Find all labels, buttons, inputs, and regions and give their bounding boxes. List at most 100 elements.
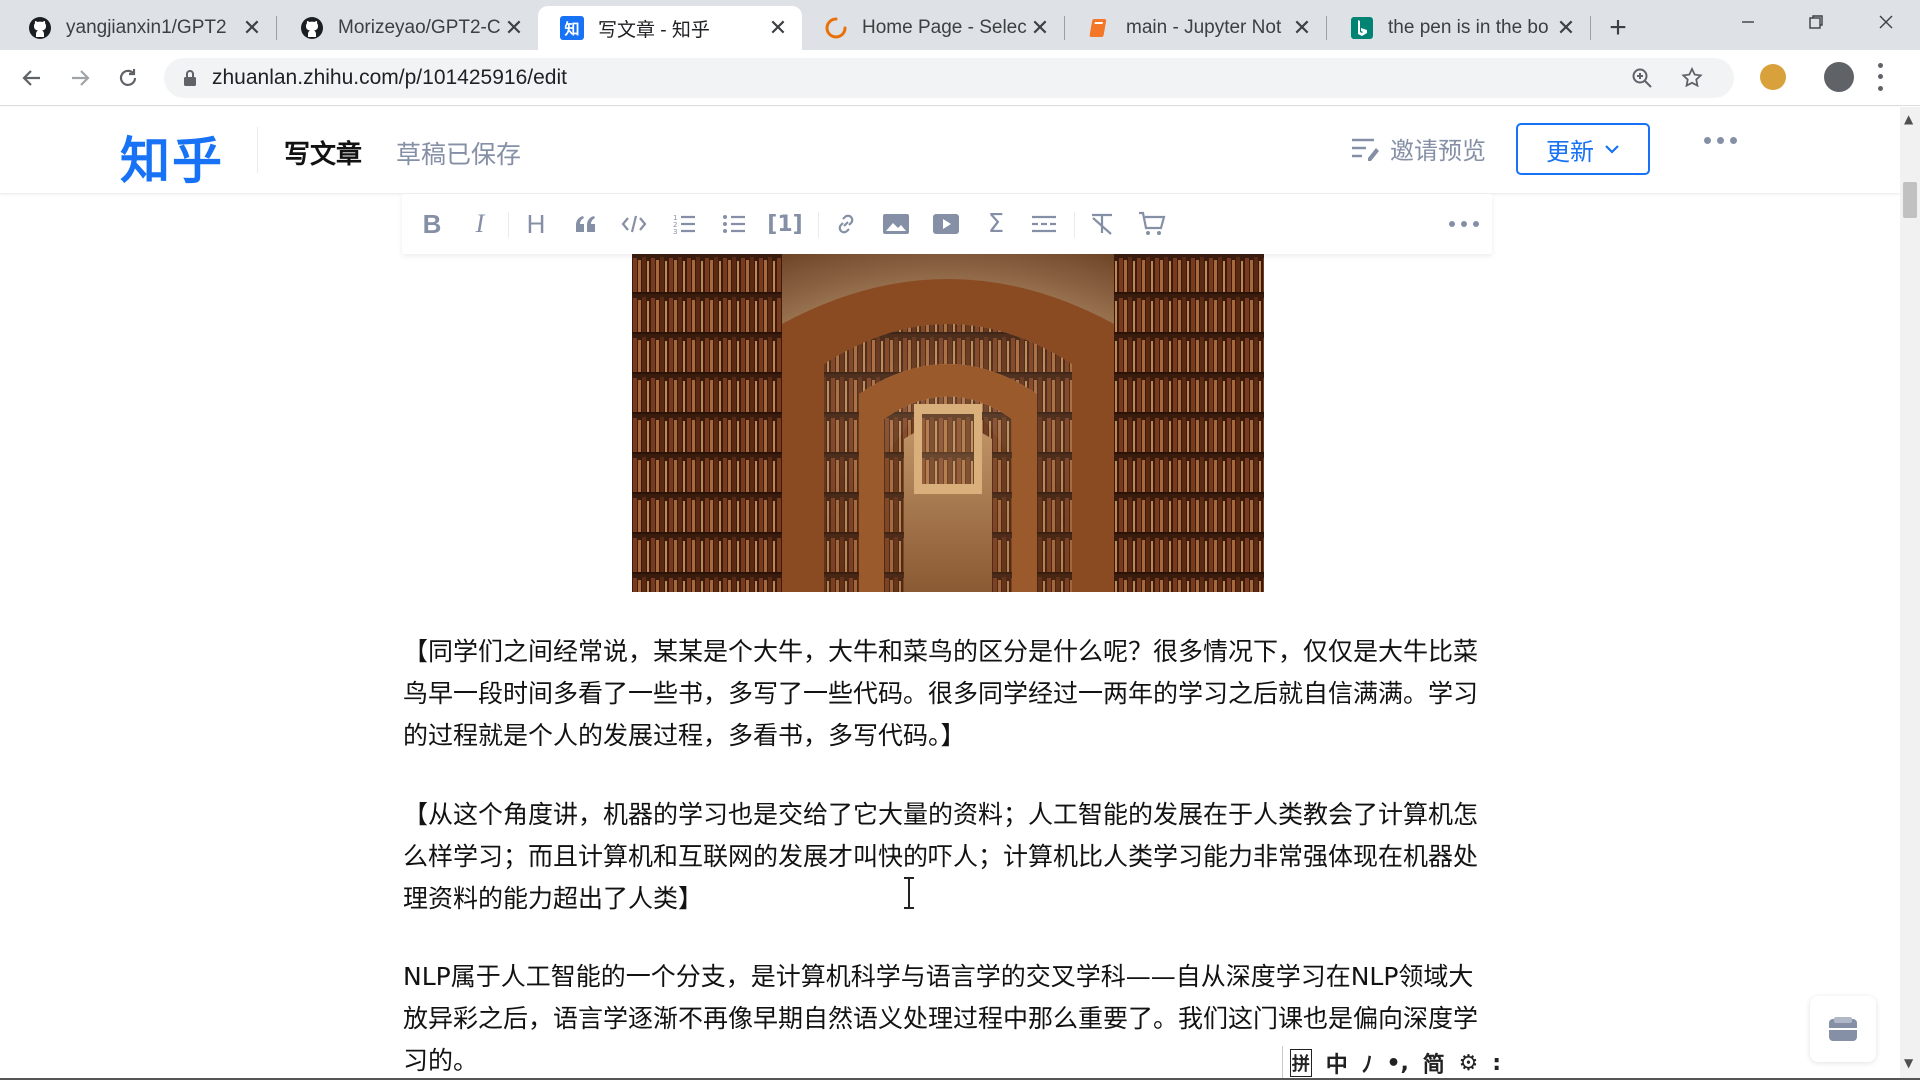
header-divider — [257, 127, 258, 173]
back-button[interactable] — [14, 60, 50, 96]
zhihu-icon: 知 — [560, 16, 584, 40]
tab-title: yangjianxin1/GPT2 — [66, 17, 227, 38]
tab-title: Home Page - Selec — [862, 17, 1027, 38]
reload-button[interactable] — [110, 60, 146, 96]
inbox-icon — [1829, 1017, 1857, 1041]
page-scrollbar[interactable] — [1900, 107, 1920, 1080]
close-icon[interactable]: ✕ — [766, 16, 790, 41]
address-bar[interactable]: zhuanlan.zhihu.com/p/101425916/edit — [164, 58, 1734, 98]
article-paragraph-1[interactable]: 【同学们之间经常说，某某是个大牛，大牛和菜鸟的区分是什么呢？很多情况下，仅仅是大… — [403, 631, 1493, 757]
library-bookshelves-image — [632, 254, 1264, 592]
save-status: 草稿已保存 — [396, 140, 522, 169]
lock-icon — [184, 70, 196, 86]
ime-toolbar[interactable]: 拼 中 ﾉ •, 简 ⚙ : — [1282, 1046, 1508, 1080]
close-icon[interactable]: ✕ — [240, 16, 264, 41]
forward-button[interactable] — [62, 60, 98, 96]
quote-icon[interactable] — [568, 206, 604, 242]
formula-icon[interactable]: Σ — [978, 206, 1014, 242]
image-icon[interactable] — [878, 206, 914, 242]
editor-toolbar: B I H 123 [1] Σ — [402, 194, 1492, 254]
preview-list-icon — [1352, 138, 1379, 161]
invite-preview-label: 邀请预览 — [1390, 137, 1486, 165]
scroll-up-arrow-icon[interactable]: ▲ — [1904, 112, 1913, 126]
svg-text:3: 3 — [673, 228, 677, 235]
text-cursor-icon — [904, 877, 914, 909]
tab-jupyter[interactable]: main - Jupyter Not ✕ — [1066, 6, 1326, 50]
tab-home-page[interactable]: Home Page - Selec ✕ — [802, 6, 1064, 50]
minimize-button[interactable] — [1718, 0, 1778, 44]
reload-icon — [119, 69, 137, 86]
zhihu-header: 知乎 写文章 草稿已保存 邀请预览 更新 — [0, 107, 1900, 193]
zoom-icon[interactable] — [1630, 66, 1654, 90]
cover-image[interactable] — [632, 254, 1264, 592]
code-icon[interactable] — [616, 206, 652, 242]
loading-spinner-icon — [824, 16, 848, 40]
italic-icon[interactable]: I — [462, 206, 498, 242]
page-title: 写文章 — [284, 140, 363, 170]
more-icon[interactable] — [1446, 206, 1482, 242]
bookmark-star-icon[interactable] — [1680, 66, 1704, 90]
heading-icon[interactable]: H — [518, 206, 554, 242]
tab-github-gpt2-chinese[interactable]: Morizeyao/GPT2-C ✕ — [278, 6, 538, 50]
reference-icon[interactable]: [1] — [762, 206, 808, 242]
tab-separator — [1064, 16, 1065, 40]
ordered-list-icon[interactable]: 123 — [666, 206, 702, 242]
ime-chinese-mode[interactable]: 中 — [1326, 1047, 1348, 1079]
invite-preview-button[interactable]: 邀请预览 — [1350, 131, 1486, 166]
tab-title: main - Jupyter Not — [1126, 17, 1282, 38]
tab-title: 写文章 - 知乎 — [598, 19, 710, 41]
bing-icon — [1350, 16, 1374, 40]
chevron-down-icon — [1605, 145, 1619, 154]
video-icon[interactable] — [928, 206, 964, 242]
tab-title: Morizeyao/GPT2-C — [338, 17, 501, 38]
bold-icon[interactable]: B — [414, 206, 450, 242]
tab-github-gpt2[interactable]: yangjianxin1/GPT2 ✕ — [6, 6, 276, 50]
close-icon[interactable]: ✕ — [1290, 16, 1314, 41]
shopping-cart-icon[interactable] — [1134, 206, 1170, 242]
bullet-list-icon[interactable] — [716, 206, 752, 242]
zhihu-favicon-text: 知 — [560, 16, 584, 40]
article-paragraph-2[interactable]: 【从这个角度讲，机器的学习也是交给了它大量的资料；人工智能的发展在于人类教会了计… — [403, 794, 1493, 920]
tab-zhihu-write[interactable]: 知 写文章 - 知乎 ✕ — [538, 6, 802, 50]
draft-box-button[interactable] — [1810, 996, 1876, 1062]
update-label: 更新 — [1546, 137, 1594, 166]
close-icon[interactable]: ✕ — [502, 16, 526, 41]
divider-icon[interactable] — [1026, 206, 1062, 242]
tab-separator — [276, 16, 277, 40]
link-icon[interactable] — [828, 206, 864, 242]
zhihu-logo[interactable]: 知乎 — [120, 121, 224, 193]
close-icon[interactable]: ✕ — [1028, 16, 1052, 41]
github-icon — [28, 16, 52, 40]
ime-more-icon[interactable]: : — [1492, 1051, 1501, 1076]
browser-tabstrip: yangjianxin1/GPT2 ✕ Morizeyao/GPT2-C ✕ 知… — [0, 0, 1920, 50]
toolbar-separator — [508, 212, 509, 238]
forward-arrow-icon — [72, 70, 90, 86]
cookie-extension-icon[interactable] — [1760, 64, 1786, 90]
scrollbar-thumb[interactable] — [1903, 182, 1917, 218]
new-tab-button[interactable]: + — [1602, 11, 1634, 44]
restore-button[interactable] — [1786, 0, 1846, 44]
ime-punctuation-icon[interactable]: •, — [1386, 1051, 1408, 1076]
tab-separator — [1590, 16, 1591, 40]
ime-halfwidth-icon[interactable]: ﾉ — [1362, 1047, 1373, 1079]
more-options-button[interactable] — [1704, 137, 1737, 144]
scroll-down-arrow-icon[interactable]: ▼ — [1904, 1056, 1913, 1070]
close-window-button[interactable] — [1856, 0, 1916, 44]
tab-title: the pen is in the bo — [1388, 17, 1549, 38]
browser-toolbar: zhuanlan.zhihu.com/p/101425916/edit — [0, 50, 1920, 106]
ime-settings-icon[interactable]: ⚙ — [1459, 1051, 1479, 1076]
toolbar-separator — [818, 212, 819, 238]
tab-separator — [1326, 16, 1327, 40]
ime-simplified-mode[interactable]: 简 — [1423, 1047, 1445, 1079]
url-text: zhuanlan.zhihu.com/p/101425916/edit — [212, 66, 567, 89]
toolbar-separator — [1074, 212, 1075, 238]
clear-format-icon[interactable] — [1084, 206, 1120, 242]
ime-pinyin-icon[interactable]: 拼 — [1289, 1049, 1312, 1077]
browser-menu-button[interactable] — [1874, 60, 1886, 94]
update-button[interactable]: 更新 — [1516, 123, 1650, 175]
close-icon[interactable]: ✕ — [1554, 16, 1578, 41]
notebook-icon — [1088, 16, 1112, 40]
tab-bing[interactable]: the pen is in the bo ✕ — [1328, 6, 1590, 50]
back-arrow-icon — [22, 70, 40, 86]
profile-avatar-icon[interactable] — [1824, 62, 1854, 92]
